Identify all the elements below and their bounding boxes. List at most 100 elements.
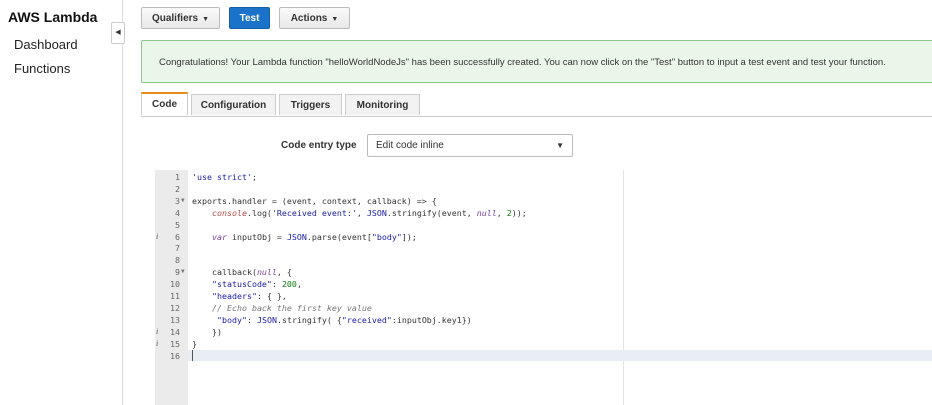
tab-bar: Code Configuration Triggers Monitoring <box>141 92 932 117</box>
collapse-sidebar-button[interactable]: ◀ <box>111 22 125 44</box>
code-token: callback( <box>192 267 257 278</box>
info-annotation-icon[interactable]: i <box>156 231 158 243</box>
code-editor[interactable]: 1'use strict'; 2 3 ▼ exports.handler = (even… <box>155 170 932 405</box>
code-line: 3 ▼ exports.handler = (event, context, cal… <box>155 195 932 207</box>
caret-down-icon: ▼ <box>331 16 339 23</box>
code-line: 4 console.log('Received event:', JSON.st… <box>155 207 932 219</box>
caret-down-icon: ▼ <box>202 16 210 23</box>
code-token: : { }, <box>256 291 287 301</box>
code-line: 2 <box>155 183 932 195</box>
code-line: 10 "statusCode": 200, <box>155 278 932 290</box>
code-token: "headers" <box>211 291 257 301</box>
line-number: 9 <box>175 267 180 278</box>
code-line: 7 <box>155 242 932 254</box>
actions-label: Actions <box>290 13 328 24</box>
code-token: )); <box>511 207 527 218</box>
code-token: , { <box>276 267 292 278</box>
line-number: 2 <box>175 183 180 194</box>
tab-triggers[interactable]: Triggers <box>279 94 342 115</box>
code-line: 13 "body": JSON.stringify( {"received":i… <box>155 314 932 326</box>
code-token: 'Received event:' <box>271 207 357 218</box>
code-text: }) <box>192 326 222 338</box>
code-token: 'use strict' <box>192 172 252 182</box>
sidebar-item-dashboard[interactable]: Dashboard <box>14 37 78 52</box>
code-token: null <box>476 207 497 218</box>
line-number: 4 <box>175 207 180 218</box>
code-line: 16 <box>155 350 932 362</box>
code-text: 'use strict'; <box>192 171 257 183</box>
code-token: var <box>211 231 227 242</box>
sidebar-title: AWS Lambda <box>8 9 98 25</box>
line-number: 5 <box>175 219 180 230</box>
tab-configuration[interactable]: Configuration <box>191 94 276 115</box>
code-line: 12 // Echo back the first key value <box>155 302 932 314</box>
code-token: JSON <box>256 314 277 325</box>
success-message: Congratulations! Your Lambda function "h… <box>159 57 886 68</box>
code-text: callback(null, { <box>192 266 292 278</box>
code-token: ]); <box>401 231 417 242</box>
code-token: exports.handler = (event, context, callb… <box>192 195 437 206</box>
code-text: } <box>192 338 197 350</box>
test-button[interactable]: Test <box>229 7 270 29</box>
code-text: console.log('Received event:', JSON.stri… <box>192 207 527 219</box>
code-text: var inputObj = JSON.parse(event["body"])… <box>192 231 417 243</box>
code-entry-type-label: Code entry type <box>281 140 357 151</box>
code-line: 5 <box>155 219 932 231</box>
code-token: console <box>211 207 247 218</box>
code-line: 1 'use strict'; <box>155 171 932 183</box>
code-entry-type-select[interactable]: Edit code inline ▼ <box>367 134 573 157</box>
code-token: : <box>271 279 282 290</box>
code-token: } <box>192 338 197 349</box>
tab-code[interactable]: Code <box>141 92 188 115</box>
success-alert: Congratulations! Your Lambda function "h… <box>141 40 932 83</box>
code-token: "body" <box>216 314 247 325</box>
fold-toggle-icon[interactable]: ▼ <box>181 195 185 207</box>
code-text: "body": JSON.stringify( {"received":inpu… <box>192 314 472 326</box>
code-line: 9 ▼ callback(null, { <box>155 266 932 278</box>
line-number: 16 <box>170 350 180 361</box>
info-annotation-icon[interactable]: i <box>156 326 158 338</box>
code-token: , <box>496 207 507 218</box>
line-number: 12 <box>170 302 180 313</box>
line-number: 1 <box>175 172 180 182</box>
code-token: :inputObj.key1}) <box>391 314 472 325</box>
line-number: 10 <box>170 279 180 290</box>
code-token: null <box>256 267 277 278</box>
code-line: 14 i }) <box>155 326 932 338</box>
line-number: 3 <box>175 195 180 206</box>
line-number: 11 <box>170 291 180 301</box>
actions-button[interactable]: Actions ▼ <box>279 7 350 29</box>
qualifiers-label: Qualifiers <box>151 13 199 24</box>
sidebar: AWS Lambda Dashboard Functions <box>0 0 123 405</box>
info-annotation-icon[interactable]: i <box>156 338 158 350</box>
qualifiers-button[interactable]: Qualifiers ▼ <box>141 7 220 29</box>
code-token: ; <box>251 172 257 182</box>
code-text: exports.handler = (event, context, callb… <box>192 195 437 207</box>
code-token: "received" <box>341 314 392 325</box>
code-line: 11 "headers": { }, <box>155 290 932 302</box>
fold-toggle-icon[interactable]: ▼ <box>181 266 185 278</box>
chevron-left-icon: ◀ <box>115 29 121 36</box>
code-token: .stringify( { <box>276 314 342 325</box>
code-token: 200 <box>281 279 297 290</box>
code-line: 15 i} <box>155 338 932 350</box>
sidebar-item-functions[interactable]: Functions <box>14 61 70 76</box>
code-token: .parse(event[ <box>306 231 372 242</box>
code-token: "body" <box>371 231 402 242</box>
line-number: 13 <box>170 314 180 325</box>
code-token: .log( <box>246 207 272 218</box>
line-number: 7 <box>175 243 180 254</box>
code-token: JSON <box>366 207 387 218</box>
code-entry-type-value: Edit code inline <box>376 140 444 151</box>
test-label: Test <box>239 13 260 24</box>
code-token: JSON <box>286 231 307 242</box>
code-token: , <box>356 207 367 218</box>
code-token: , <box>296 279 302 290</box>
tab-monitoring[interactable]: Monitoring <box>345 94 420 115</box>
code-token: : <box>246 314 257 325</box>
